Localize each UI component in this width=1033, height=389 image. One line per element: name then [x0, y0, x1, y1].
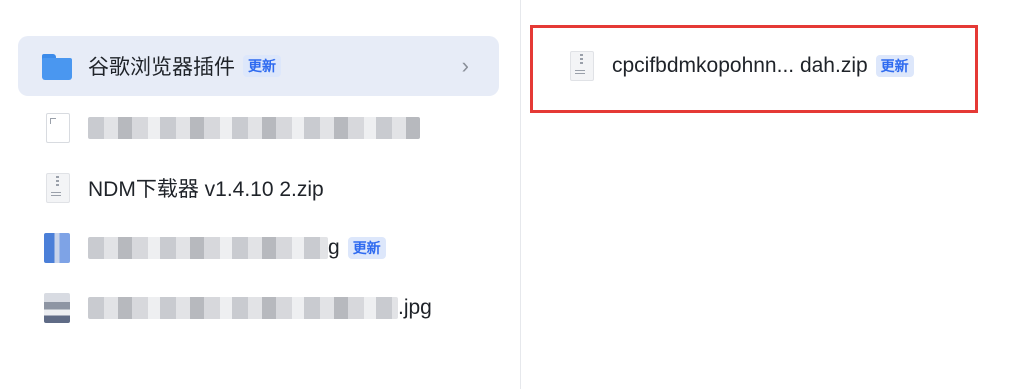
redacted-filename	[88, 237, 328, 259]
list-item-redacted-jpg[interactable]: .jpg	[18, 278, 499, 338]
list-item-redacted-document[interactable]	[18, 98, 499, 158]
list-item-cpcif-zip[interactable]: cpcifbdmkopohnn... dah.zip 更新	[540, 36, 1010, 96]
update-badge: 更新	[243, 55, 281, 77]
zip-file-icon	[566, 51, 596, 81]
document-icon	[42, 113, 72, 143]
list-item-label-tail: g	[328, 236, 340, 259]
list-item-folder-chrome-plugins[interactable]: 谷歌浏览器插件 更新 ›	[18, 36, 499, 96]
redacted-filename	[88, 117, 420, 139]
list-item-label: NDM下载器 v1.4.10 2.zip	[88, 178, 324, 201]
chevron-right-icon: ›	[461, 53, 469, 78]
list-item-ndm-zip[interactable]: NDM下载器 v1.4.10 2.zip	[18, 158, 499, 218]
redacted-filename	[88, 297, 398, 319]
left-file-list: 谷歌浏览器插件 更新 › NDM下载器 v1.4.10 2.zip g 更新 .…	[0, 0, 520, 389]
file-browser: 谷歌浏览器插件 更新 › NDM下载器 v1.4.10 2.zip g 更新 .…	[0, 0, 1033, 389]
column-divider	[520, 0, 521, 389]
image-file-icon	[42, 293, 72, 323]
list-item-redacted-image[interactable]: g 更新	[18, 218, 499, 278]
list-item-label-tail: .jpg	[398, 296, 432, 319]
list-item-label: cpcifbdmkopohnn... dah.zip	[612, 54, 868, 77]
folder-icon	[42, 51, 72, 81]
update-badge: 更新	[347, 237, 386, 259]
update-badge: 更新	[875, 55, 914, 77]
list-item-label: 谷歌浏览器插件	[88, 56, 235, 79]
zip-file-icon	[42, 173, 72, 203]
image-file-icon	[42, 233, 72, 263]
